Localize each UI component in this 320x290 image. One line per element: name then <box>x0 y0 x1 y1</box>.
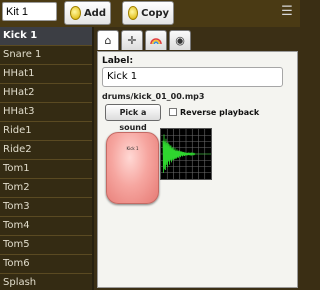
add-button-label: Add <box>83 7 106 19</box>
label-input[interactable]: Kick 1 <box>102 67 283 87</box>
drum-properties: Label: Kick 1 drums/kick_01_00.mp3 Pick … <box>97 51 298 288</box>
drum-list-item[interactable]: Kick 1 <box>0 27 92 46</box>
waveform-preview <box>160 128 212 180</box>
rainbow-icon[interactable] <box>145 30 167 50</box>
copy-circle-icon <box>128 6 139 20</box>
editor-tabs: ⌂ ✛ ◉ <box>97 30 193 51</box>
drum-list-item[interactable]: Tom6 <box>0 255 92 274</box>
drum-list-item[interactable]: Splash <box>0 274 92 290</box>
menu-icon[interactable]: ☰ <box>281 5 293 18</box>
drum-list-item[interactable]: Snare 1 <box>0 46 92 65</box>
kit-name-input[interactable] <box>2 2 57 21</box>
eye-icon[interactable]: ◉ <box>169 30 191 50</box>
waveform-trace <box>162 134 196 173</box>
add-circle-icon <box>70 6 81 20</box>
drum-list-item[interactable]: Ride2 <box>0 141 92 160</box>
sound-file-path: drums/kick_01_00.mp3 <box>102 92 205 101</box>
top-toolbar: Add Copy ☰ <box>0 0 300 27</box>
house-icon[interactable]: ⌂ <box>97 30 119 50</box>
drum-list-item[interactable]: HHat3 <box>0 103 92 122</box>
copy-button[interactable]: Copy <box>122 1 174 25</box>
pick-sound-button[interactable]: Pick a sound <box>105 104 161 132</box>
drum-list-item[interactable]: HHat1 <box>0 65 92 84</box>
drum-list-item[interactable]: Tom2 <box>0 179 92 198</box>
drum-list-item[interactable]: Ride1 <box>0 122 92 141</box>
crosshair-icon[interactable]: ✛ <box>121 30 143 50</box>
drum-list-item[interactable]: Tom5 <box>0 236 92 255</box>
drum-list-item[interactable]: Tom1 <box>0 160 92 179</box>
copy-button-label: Copy <box>141 7 169 19</box>
reverse-playback-checkbox[interactable] <box>169 108 177 116</box>
drum-kit-editor: Add Copy ☰ Kick 1Snare 1HHat1HHat2HHat3R… <box>0 0 300 290</box>
drum-list: Kick 1 Snare 1 HHat1 HHat2 HHat3 Ride1 Ride2 To… <box>0 27 92 290</box>
drum-editor-panel: ⌂ ✛ ◉ Label: Kick 1 drums/kick_01_00.mp3… <box>94 27 300 290</box>
label-caption: Label: <box>102 56 134 66</box>
pad-label: Kick 1 <box>126 146 139 151</box>
drum-list-item[interactable]: Tom3 <box>0 198 92 217</box>
reverse-playback-toggle[interactable]: Reverse playback <box>169 105 259 119</box>
drum-list-item[interactable]: Tom4 <box>0 217 92 236</box>
drum-pad[interactable]: Kick 1 <box>106 132 159 204</box>
waveform-graph <box>161 129 211 179</box>
reverse-playback-label: Reverse playback <box>180 107 260 117</box>
add-button[interactable]: Add <box>64 1 111 25</box>
drum-list-item[interactable]: HHat2 <box>0 84 92 103</box>
